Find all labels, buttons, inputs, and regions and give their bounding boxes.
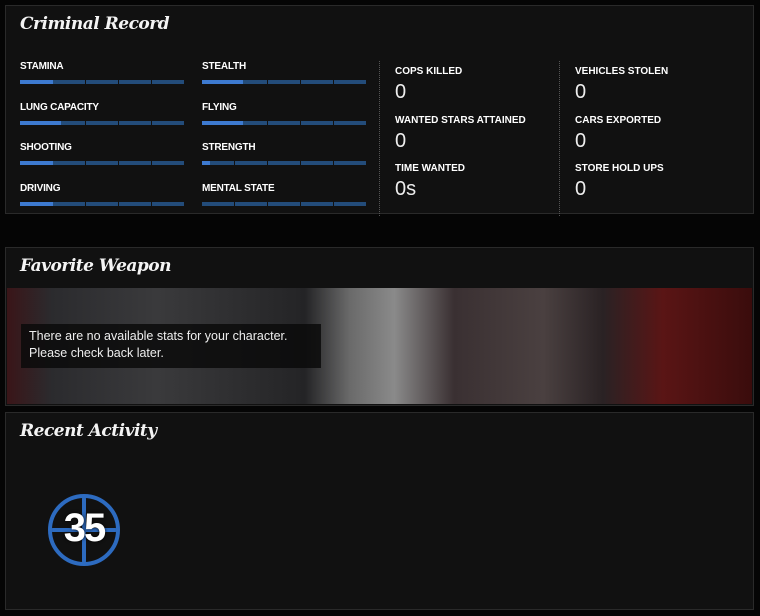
criminal-record-title: Criminal Record: [20, 14, 170, 34]
skill-bar: [202, 120, 366, 125]
skill-bar-fill: [20, 120, 61, 125]
no-stats-message: There are no available stats for your ch…: [21, 324, 321, 368]
crime-stat-value: 0: [575, 178, 587, 200]
skill-label: MENTAL STATE: [202, 182, 275, 194]
skill-bar: [20, 161, 184, 165]
crime-stat-value: 0: [575, 129, 587, 152]
crime-stat: STORE HOLD UPS 0: [575, 163, 664, 201]
skill-bar-fill: [20, 80, 53, 84]
skill-mental-state: MENTAL STATE: [202, 183, 366, 206]
skill-stamina: STAMINA: [20, 61, 184, 84]
skill-bar-fill: [202, 120, 243, 125]
crime-stat-label: WANTED STARS ATTAINED: [395, 114, 526, 126]
skill-flying: FLYING: [202, 102, 366, 125]
skill-bar: [202, 80, 366, 84]
message-line: Please check back later.: [29, 346, 164, 360]
skill-label: STRENGTH: [202, 142, 256, 153]
skill-lung-capacity: LUNG CAPACITY: [20, 102, 184, 125]
skill-shooting: SHOOTING: [20, 142, 184, 165]
message-line: There are no available stats for your ch…: [29, 329, 288, 343]
skill-stealth: STEALTH: [202, 61, 366, 84]
skill-label: FLYING: [202, 101, 237, 113]
skill-bar: [202, 161, 366, 165]
skill-bar-fill: [202, 80, 243, 84]
skill-label: LUNG CAPACITY: [20, 101, 99, 113]
crime-stat-label: STORE HOLD UPS: [575, 163, 664, 174]
skill-bar-fill: [20, 161, 53, 165]
crime-stat-value: 0: [395, 129, 407, 152]
rank-number: 35: [63, 506, 107, 550]
skill-bar-fill: [202, 161, 211, 165]
crime-stat: CARS EXPORTED 0: [575, 115, 661, 153]
favorite-weapon-panel: Favorite Weapon There are no available s…: [5, 247, 754, 406]
crime-stat-value: 0: [395, 81, 407, 103]
crime-stat-label: TIME WANTED: [395, 163, 465, 174]
skill-label: STEALTH: [202, 61, 246, 72]
divider: [559, 61, 560, 216]
crime-stat-label: VEHICLES STOLEN: [575, 66, 669, 77]
rank-badge-icon: 35: [48, 494, 120, 566]
favorite-weapon-title: Favorite Weapon: [20, 256, 172, 276]
skill-label: DRIVING: [20, 182, 61, 194]
crime-stat-value: 0: [575, 81, 587, 103]
skill-strength: STRENGTH: [202, 142, 366, 165]
crime-stat-value: 0s: [395, 178, 417, 200]
crime-stat: WANTED STARS ATTAINED 0: [395, 115, 526, 153]
skill-bar-fill: [20, 201, 53, 206]
criminal-record-panel: Criminal Record STAMINA STEALTH LUNG CAP…: [5, 5, 754, 216]
skill-bar: [20, 120, 184, 125]
skill-label: SHOOTING: [20, 142, 72, 153]
crime-stat-label: CARS EXPORTED: [575, 114, 662, 126]
skill-bar: [20, 80, 184, 84]
divider: [379, 61, 380, 216]
recent-activity-title: Recent Activity: [20, 421, 157, 441]
skill-driving: DRIVING: [20, 183, 184, 206]
skill-bar: [202, 201, 366, 206]
crime-stat-label: COPS KILLED: [395, 66, 463, 77]
crime-stat: COPS KILLED 0: [395, 66, 462, 104]
crime-stat: VEHICLES STOLEN 0: [575, 66, 668, 104]
skill-label: STAMINA: [20, 61, 64, 72]
crime-stat: TIME WANTED 0s: [395, 163, 465, 201]
recent-activity-panel: Recent Activity 35: [5, 412, 754, 610]
weapon-banner-image: There are no available stats for your ch…: [7, 288, 752, 404]
skill-bar: [20, 201, 184, 206]
